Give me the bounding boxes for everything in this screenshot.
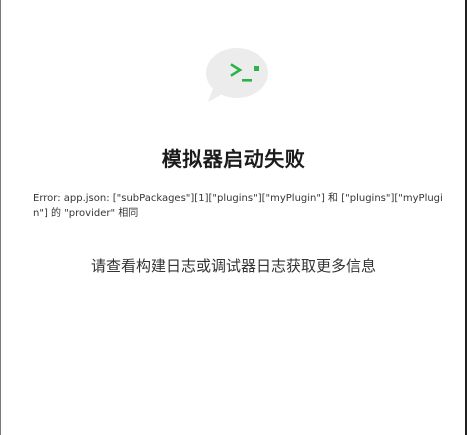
terminal-chat-bubble-icon — [204, 48, 270, 104]
error-hint: 请查看构建日志或调试器日志获取更多信息 — [90, 257, 376, 275]
error-title: 模拟器启动失败 — [161, 147, 306, 171]
error-message: Error: app.json: ["subPackages"][1]["plu… — [33, 193, 443, 219]
simulator-error-panel: 模拟器启动失败 Error: app.json: ["subPackages"]… — [0, 0, 467, 435]
